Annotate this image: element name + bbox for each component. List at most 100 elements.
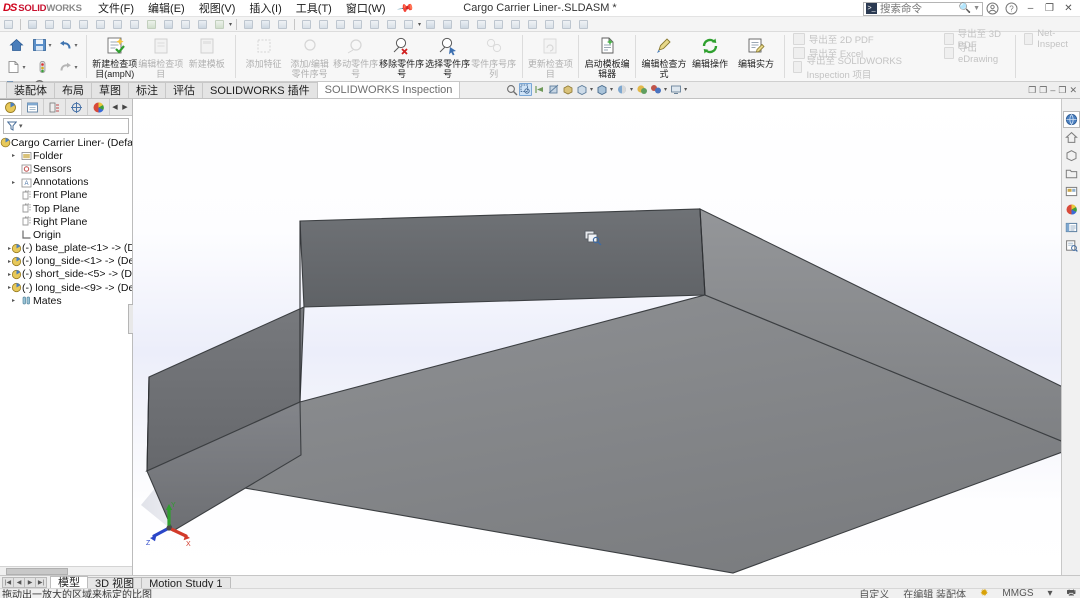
chevron-down-icon[interactable]: ▾ (22, 64, 25, 71)
undo-button[interactable]: ▾ (55, 38, 81, 52)
smart-fasteners-icon[interactable] (93, 18, 108, 31)
previous-view-icon[interactable] (533, 83, 546, 96)
curves-icon[interactable] (440, 18, 455, 31)
display-viewport-icon[interactable] (669, 83, 682, 96)
property-manager-tab[interactable] (22, 99, 44, 115)
tab-assembly[interactable]: 装配体 (6, 82, 55, 98)
view-palette-icon[interactable] (1063, 183, 1080, 200)
minimize-button[interactable]: – (1021, 0, 1040, 17)
tab-scroll-left-icon[interactable]: ◀ (110, 103, 120, 111)
tree-item-sensors[interactable]: Sensors (0, 162, 132, 175)
dome-icon[interactable] (367, 18, 382, 31)
check-icon[interactable] (576, 18, 591, 31)
chevron-down-icon[interactable]: ▼ (973, 5, 980, 12)
mate-icon[interactable] (59, 18, 74, 31)
close-doc-icon[interactable]: ✕ (1069, 85, 1077, 96)
rotate-component-icon[interactable] (127, 18, 142, 31)
tab-layout[interactable]: 布局 (54, 82, 92, 98)
tree-item-right-plane[interactable]: Right Plane (0, 215, 132, 228)
rebuild-button[interactable] (29, 60, 55, 74)
configuration-manager-tab[interactable] (44, 99, 66, 115)
tree-item-folder[interactable]: ▸ Folder (0, 149, 132, 162)
tab-solidworks-inspection[interactable]: SOLIDWORKS Inspection (317, 81, 461, 98)
tab-solidworks-addins[interactable]: SOLIDWORKS 插件 (202, 82, 318, 98)
menu-view[interactable]: 视图(V) (192, 0, 243, 17)
wrap-icon[interactable] (384, 18, 399, 31)
chevron-down-icon[interactable]: ▾ (590, 86, 593, 93)
net-inspect-button[interactable]: Net-Inspect (1024, 32, 1074, 45)
mass-properties-icon[interactable] (491, 18, 506, 31)
menu-window[interactable]: 窗口(W) (339, 0, 393, 17)
zoom-to-fit-icon[interactable] (505, 83, 518, 96)
interference-detection-icon[interactable] (161, 18, 176, 31)
expander[interactable]: ▸ (8, 152, 19, 159)
remove-balloon-button[interactable]: 移除零件序号 (379, 34, 425, 79)
tree-item-base-plate[interactable]: ▸ (-) base_plate-<1> -> (De (0, 242, 132, 255)
edit-appearance-icon[interactable] (615, 83, 628, 96)
pin-icon[interactable]: 📌 (396, 0, 415, 17)
chevron-down-icon[interactable]: ▾ (630, 86, 633, 93)
menu-insert[interactable]: 插入(I) (242, 0, 288, 17)
sensor-icon[interactable] (525, 18, 540, 31)
search-input[interactable] (880, 3, 954, 15)
performance-evaluation-icon[interactable] (542, 18, 557, 31)
help-icon[interactable]: ? (1002, 0, 1021, 17)
features-overflow-icon[interactable]: ▾ (418, 21, 421, 28)
tree-item-long-side-9[interactable]: ▸ (-) long_side-<9> -> (Def (0, 281, 132, 294)
cargo-carrier-liner-model[interactable] (133, 99, 1061, 575)
tree-horizontal-scrollbar[interactable] (0, 566, 132, 575)
tree-item-front-plane[interactable]: Front Plane (0, 189, 132, 202)
restore-button[interactable]: ❐ (1040, 0, 1059, 17)
tree-item-assembly-root[interactable]: Cargo Carrier Liner- (Default (0, 136, 132, 149)
appearances-scenes-icon[interactable] (1063, 201, 1080, 218)
restore-doc-icon[interactable]: ❐ (1028, 85, 1036, 96)
chevron-down-icon[interactable]: ▾ (610, 86, 613, 93)
save-button[interactable]: ▾ (29, 38, 55, 52)
graphics-area[interactable]: Y X Z (133, 99, 1061, 575)
custom-properties-icon[interactable] (1063, 219, 1080, 236)
tree-item-mates[interactable]: ▸ Mates (0, 294, 132, 307)
view-orientation-icon[interactable] (561, 83, 574, 96)
redo-button[interactable]: ▾ (55, 60, 81, 74)
design-library-icon[interactable] (1063, 147, 1080, 164)
file-explorer-icon[interactable] (1063, 165, 1080, 182)
export-swi-project-button[interactable]: 导出至 SOLIDWORKS Inspection 项目 (793, 60, 932, 73)
chevron-down-icon[interactable]: ▾ (74, 64, 77, 71)
feature-manager-tab[interactable] (0, 99, 22, 115)
mirror-icon[interactable] (401, 18, 416, 31)
draft-icon[interactable] (350, 18, 365, 31)
new-inspection-project-button[interactable]: 新建检查项目(ampN) (92, 34, 138, 79)
fillet-icon[interactable] (299, 18, 314, 31)
dimxpert-manager-tab[interactable] (66, 99, 88, 115)
menu-edit[interactable]: 编辑(E) (141, 0, 192, 17)
nav-last-button[interactable]: ▶| (35, 577, 47, 588)
launch-template-editor-button[interactable]: 启动模板编辑器 (584, 34, 630, 79)
home-button[interactable] (3, 38, 29, 52)
search-icon[interactable]: 🔍 (959, 3, 971, 14)
extruded-boss-icon[interactable] (241, 18, 256, 31)
chevron-down-icon[interactable]: ▾ (48, 42, 51, 49)
reference-geometry-icon[interactable] (423, 18, 438, 31)
bottom-tab-3d-views[interactable]: 3D 视图 (87, 577, 142, 589)
rib-icon[interactable] (333, 18, 348, 31)
export-2d-pdf-button[interactable]: 导出至 2D PDF (793, 32, 932, 45)
tree-item-long-side-1[interactable]: ▸ (-) long_side-<1> -> (Def (0, 255, 132, 268)
shell-icon[interactable] (316, 18, 331, 31)
compare-documents-icon[interactable] (559, 18, 574, 31)
scrollbar-thumb[interactable] (6, 568, 68, 575)
edit-operation-button[interactable]: 编辑操作 (687, 34, 733, 69)
feature-tree-filter[interactable]: ▾ (3, 118, 129, 134)
tab-scroll-right-icon[interactable]: ▶ (120, 103, 130, 111)
select-balloon-button[interactable]: 选择零件序号 (425, 34, 471, 79)
expander[interactable]: ▸ (8, 297, 19, 304)
linear-pattern-icon[interactable] (76, 18, 91, 31)
bottom-tab-model[interactable]: 模型 (50, 576, 88, 589)
move-component-icon[interactable] (110, 18, 125, 31)
revolved-boss-icon[interactable] (258, 18, 273, 31)
pan-tool-icon[interactable] (1, 18, 16, 31)
apply-scene-icon[interactable] (635, 83, 648, 96)
insert-component-icon[interactable] (42, 18, 57, 31)
bottom-tab-motion-study[interactable]: Motion Study 1 (141, 577, 230, 589)
close-button[interactable]: ✕ (1059, 0, 1078, 17)
inspection-icon[interactable] (1063, 237, 1080, 254)
